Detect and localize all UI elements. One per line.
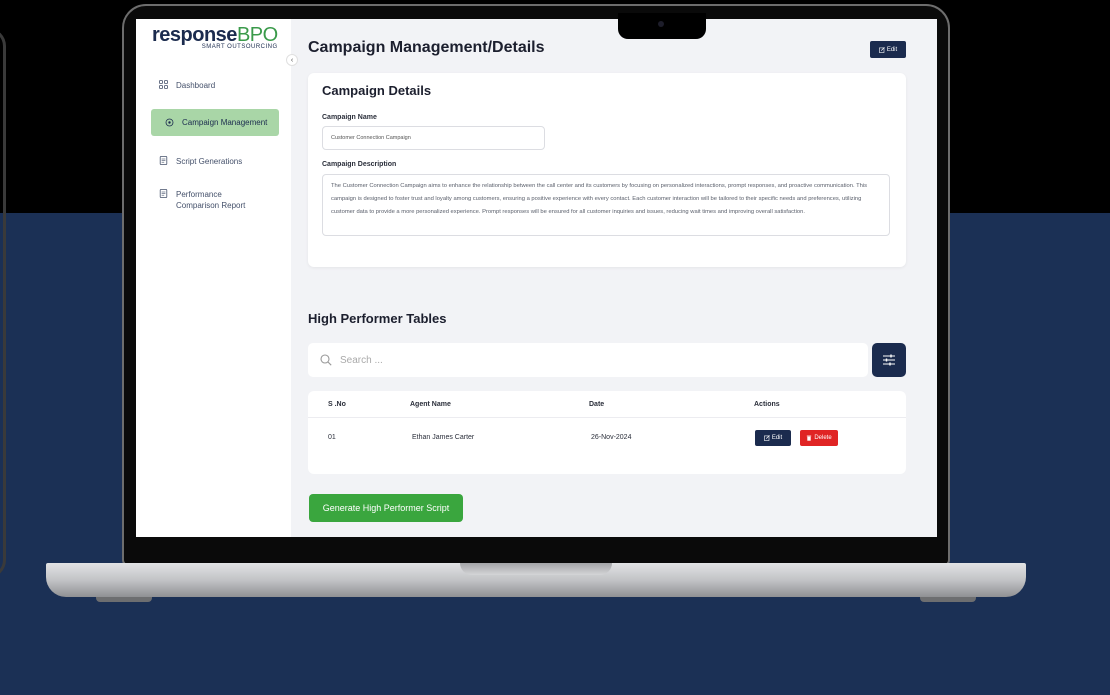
edit-campaign-button[interactable]: Edit	[870, 41, 906, 58]
search-icon	[320, 354, 332, 366]
column-header-date: Date	[589, 401, 605, 408]
logo: responseBPO SMART OUTSOURCING	[152, 24, 278, 50]
sidebar-item-label: Script Generations	[176, 157, 243, 166]
campaign-name-label: Campaign Name	[322, 114, 377, 121]
sidebar-item-dashboard[interactable]: Dashboard	[151, 80, 279, 91]
edit-button-label: Edit	[886, 46, 898, 53]
campaign-description-field[interactable]: The Customer Connection Campaign aims to…	[322, 174, 890, 236]
cell-agent-name: Ethan James Carter	[412, 434, 475, 441]
laptop-base	[46, 563, 1026, 597]
phone-device-edge	[0, 28, 6, 578]
search-input[interactable]	[340, 354, 820, 366]
sidebar: responseBPO SMART OUTSOURCING Dashboard …	[136, 19, 291, 537]
sidebar-item-script-generations[interactable]: Script Generations	[151, 156, 279, 167]
report-icon	[159, 189, 168, 198]
search-bar[interactable]	[308, 343, 868, 377]
column-header-agent-name: Agent Name	[410, 401, 451, 408]
campaign-description-label: Campaign Description	[322, 161, 397, 168]
card-title: Campaign Details	[322, 83, 432, 98]
cell-sno: 01	[328, 434, 336, 441]
cell-date: 26-Nov-2024	[591, 434, 632, 441]
column-header-sno: S .No	[328, 401, 346, 408]
generate-high-performer-script-button[interactable]: Generate High Performer Script	[309, 494, 463, 522]
laptop-foot-left	[96, 597, 152, 602]
campaign-details-card: Campaign Details Campaign Name Customer …	[308, 73, 906, 267]
section-title: High Performer Tables	[308, 311, 447, 326]
row-delete-label: Delete	[814, 435, 832, 441]
page-title: Campaign Management/Details	[308, 39, 545, 56]
laptop-foot-right	[920, 597, 976, 602]
sidebar-collapse-button[interactable]: ‹	[286, 54, 298, 66]
sidebar-item-label: Campaign Management	[182, 118, 268, 127]
column-header-actions: Actions	[754, 401, 780, 408]
camera-notch	[618, 13, 706, 39]
sidebar-item-campaign-management[interactable]: Campaign Management	[151, 109, 279, 136]
sidebar-item-performance-comparison-report[interactable]: Performance Comparison Report	[151, 189, 279, 211]
campaign-name-field[interactable]: Customer Connection Campaign	[322, 126, 545, 150]
edit-icon	[763, 435, 770, 441]
camera-icon	[658, 21, 664, 27]
sidebar-item-label: Performance Comparison Report	[176, 190, 246, 210]
logo-accent: BPO	[236, 24, 278, 46]
high-performer-table: S .No Agent Name Date Actions 01 Ethan J…	[308, 391, 906, 474]
dashboard-icon	[159, 80, 168, 89]
row-edit-label: Edit	[771, 435, 783, 441]
logo-text: response	[152, 24, 237, 46]
filter-button[interactable]	[872, 343, 906, 377]
edit-icon	[878, 46, 885, 53]
table-divider	[308, 417, 906, 418]
laptop-opening-groove	[460, 563, 612, 575]
document-icon	[159, 156, 168, 165]
row-delete-button[interactable]: Delete	[800, 430, 838, 446]
trash-icon	[807, 435, 812, 441]
sidebar-item-label: Dashboard	[176, 81, 216, 90]
sliders-icon	[883, 354, 895, 366]
campaign-icon	[165, 118, 174, 127]
row-edit-button[interactable]: Edit	[755, 430, 791, 446]
app-screen: responseBPO SMART OUTSOURCING Dashboard …	[136, 19, 937, 537]
